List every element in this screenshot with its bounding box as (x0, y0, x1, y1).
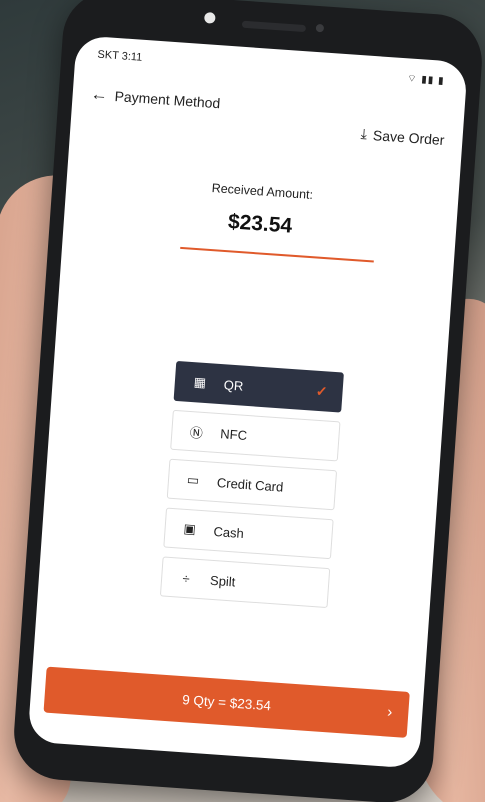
credit-card-icon: ▭ (186, 471, 200, 488)
payment-methods-list: ▦ QR ✓ Ⓝ NFC ▭ Credit Card ▣ Cash ÷ Spil… (159, 360, 344, 617)
method-label: Credit Card (216, 474, 284, 495)
download-icon: ⤓ (360, 125, 368, 142)
save-order-label: Save Order (372, 126, 445, 148)
method-cash[interactable]: ▣ Cash (163, 507, 334, 560)
front-camera (203, 12, 216, 24)
method-label: NFC (219, 425, 248, 443)
app-screen: SKT 3:11 ⌔ ▮▮ ▮ ← Payment Method ⤓ Save … (27, 35, 468, 769)
checkout-label: 9 Qty = $23.54 (181, 691, 272, 713)
status-bar: SKT 3:11 ⌔ ▮▮ ▮ (97, 49, 445, 91)
method-split[interactable]: ÷ Spilt (159, 556, 331, 609)
divide-icon: ÷ (182, 570, 191, 586)
qr-icon: ▦ (193, 374, 207, 391)
header: ← Payment Method ⤓ Save Order (90, 84, 447, 147)
method-label: QR (223, 376, 244, 394)
earpiece (241, 20, 307, 33)
cash-icon: ▣ (183, 520, 197, 537)
status-carrier-time: SKT 3:11 (97, 48, 143, 64)
back-arrow-icon[interactable]: ← (90, 84, 108, 105)
nfc-icon: Ⓝ (189, 424, 204, 441)
check-icon: ✓ (315, 382, 329, 400)
amount-underline (180, 246, 374, 263)
checkout-button[interactable]: 9 Qty = $23.54 › (43, 666, 410, 738)
method-label: Spilt (209, 572, 236, 590)
method-qr[interactable]: ▦ QR ✓ (173, 360, 344, 413)
phone: SKT 3:11 ⌔ ▮▮ ▮ ← Payment Method ⤓ Save … (10, 0, 485, 802)
save-order-button[interactable]: ⤓ Save Order (360, 125, 445, 148)
method-nfc[interactable]: Ⓝ NFC (170, 409, 341, 462)
status-icons: ⌔ ▮▮ ▮ (406, 73, 445, 87)
phone-wrap: SKT 3:11 ⌔ ▮▮ ▮ ← Payment Method ⤓ Save … (0, 0, 485, 802)
method-label: Cash (213, 523, 245, 541)
page-title: Payment Method (114, 87, 221, 112)
method-credit-card[interactable]: ▭ Credit Card (166, 458, 338, 511)
chevron-right-icon: › (386, 703, 393, 721)
proximity-sensor (315, 23, 325, 33)
